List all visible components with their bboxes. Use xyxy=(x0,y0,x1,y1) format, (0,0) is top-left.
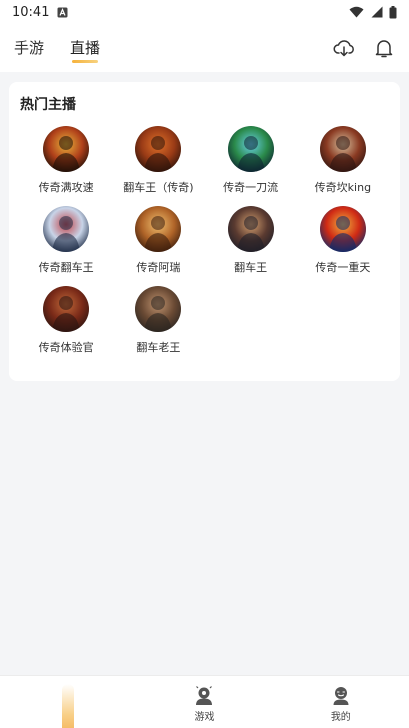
streamer-avatar xyxy=(227,206,274,252)
streamer-name: 传奇满攻速 xyxy=(38,181,94,194)
streamer-avatar xyxy=(43,206,90,252)
streamer-item[interactable]: 传奇体验官 xyxy=(20,286,112,355)
app-root: 10:41 手游 直播 热门主播 传奇满攻速 翻车王（传奇) 传奇一刀流 传奇坎… xyxy=(0,0,409,728)
streamer-item[interactable]: 传奇阿瑞 xyxy=(112,206,204,275)
streamer-name: 翻车老王 xyxy=(136,341,181,354)
home-glow-icon xyxy=(62,684,75,728)
streamer-item[interactable]: 传奇坎king xyxy=(297,126,389,195)
bottom-nav-games-label: 游戏 xyxy=(194,712,215,723)
streamer-name: 翻车王 xyxy=(234,261,268,274)
status-time: 10:41 xyxy=(12,4,50,20)
streamer-name: 传奇坎king xyxy=(314,181,372,194)
bottom-nav-games[interactable]: 游戏 xyxy=(136,676,272,728)
cloud-download-icon[interactable] xyxy=(333,37,355,59)
streamer-item[interactable]: 传奇一重天 xyxy=(297,206,389,275)
streamer-name: 传奇翻车王 xyxy=(38,261,94,274)
streamer-avatar xyxy=(319,126,366,172)
streamer-avatar xyxy=(135,126,182,172)
tab-live[interactable]: 直播 xyxy=(70,37,100,63)
streamer-avatar xyxy=(135,206,182,252)
streamer-avatar xyxy=(227,126,274,172)
streamer-name: 传奇体验官 xyxy=(38,341,94,354)
streamer-name: 传奇阿瑞 xyxy=(136,261,181,274)
streamer-item[interactable]: 传奇满攻速 xyxy=(20,126,112,195)
streamer-avatar xyxy=(43,286,90,332)
streamer-item[interactable]: 传奇翻车王 xyxy=(20,206,112,275)
streamer-item[interactable]: 传奇一刀流 xyxy=(205,126,297,195)
streamer-name: 传奇一重天 xyxy=(315,261,371,274)
streamer-avatar xyxy=(319,206,366,252)
status-bar: 10:41 xyxy=(0,0,409,24)
letter-a-icon xyxy=(57,7,68,18)
hot-streamers-title: 热门主播 xyxy=(20,97,76,113)
streamer-avatar xyxy=(135,286,182,332)
battery-icon xyxy=(389,5,397,19)
streamer-grid: 传奇满攻速 翻车王（传奇) 传奇一刀流 传奇坎king 传奇翻车王 传奇阿瑞 翻车王 传奇一重… xyxy=(20,126,389,355)
bottom-nav-home[interactable] xyxy=(0,676,136,728)
tab-mobile-games[interactable]: 手游 xyxy=(14,37,44,60)
streamer-item[interactable]: 翻车王 xyxy=(205,206,297,275)
bell-icon[interactable] xyxy=(373,37,395,59)
hot-streamers-card: 热门主播 传奇满攻速 翻车王（传奇) 传奇一刀流 传奇坎king 传奇翻车王 传奇阿瑞 翻车… xyxy=(9,82,400,381)
wifi-icon xyxy=(349,6,364,18)
streamer-item[interactable]: 翻车王（传奇) xyxy=(112,126,204,195)
bottom-nav-profile[interactable]: 我的 xyxy=(273,676,409,728)
streamer-item[interactable]: 翻车老王 xyxy=(112,286,204,355)
game-icon xyxy=(193,686,215,706)
signal-icon xyxy=(370,6,383,18)
bottom-nav-profile-label: 我的 xyxy=(330,712,351,723)
profile-icon xyxy=(330,686,352,706)
streamer-name: 传奇一刀流 xyxy=(223,181,279,194)
streamer-name: 翻车王（传奇) xyxy=(123,181,194,194)
bottom-nav: 游戏 我的 xyxy=(0,675,409,728)
streamer-avatar xyxy=(43,126,90,172)
top-nav: 手游 直播 xyxy=(0,24,409,72)
